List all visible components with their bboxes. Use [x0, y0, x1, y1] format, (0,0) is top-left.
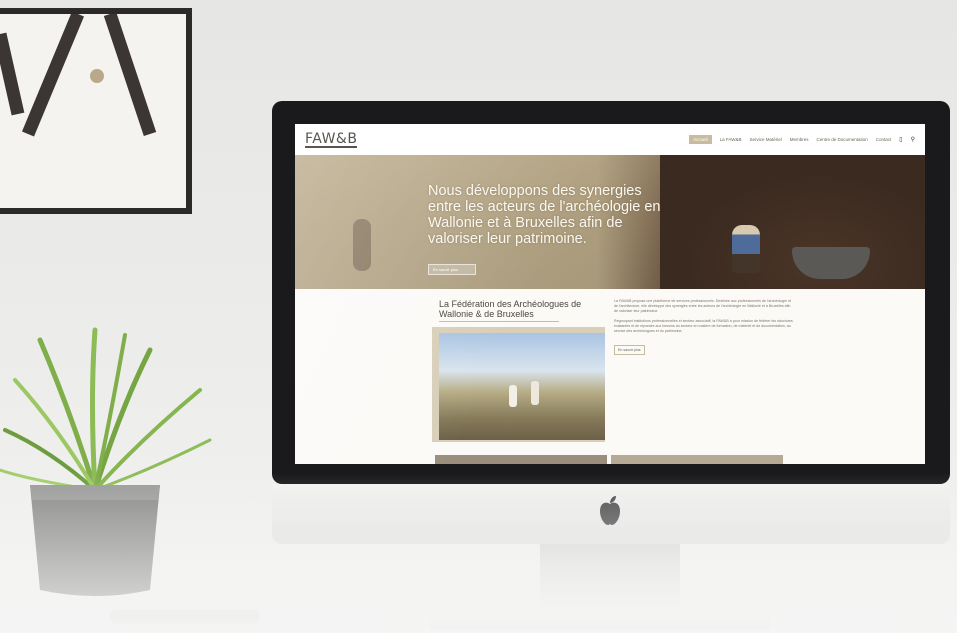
nav-item-contact[interactable]: Contact [876, 137, 892, 142]
section-photo-frame [432, 327, 605, 442]
keyboard [430, 614, 770, 630]
imac-screen: FAW&B Accueil La FAW&B Service Matériel … [295, 124, 925, 464]
apple-logo-icon [600, 496, 620, 525]
potted-plant [0, 327, 212, 596]
wall-art-frame [0, 8, 192, 214]
search-icon[interactable]: ⚲ [911, 136, 915, 143]
nav-item-fawb[interactable]: La FAW&B [720, 137, 742, 142]
hero-banner: Nous développons des synergies entre les… [295, 155, 925, 289]
nav-item-accueil[interactable]: Accueil [689, 135, 712, 144]
title-divider [439, 321, 559, 322]
section-text: La FAW&B propose une plateforme de servi… [614, 299, 794, 356]
site-nav: Accueil La FAW&B Service Matériel Membre… [689, 135, 915, 144]
next-section-image-left [435, 455, 607, 464]
intro-section: La Fédération des Archéologues de Wallon… [295, 289, 925, 464]
nav-item-service-materiel[interactable]: Service Matériel [749, 137, 781, 142]
excavation-site-photo [439, 333, 605, 440]
imac-stand [540, 544, 680, 614]
hero-headline: Nous développons des synergies entre les… [428, 183, 661, 247]
wall-art-graphic [0, 14, 157, 137]
photo-figure-2 [531, 381, 539, 405]
section-more-link[interactable]: En savoir plus [614, 345, 645, 356]
flag-icon[interactable]: ▯ [899, 136, 902, 143]
section-title: La Fédération des Archéologues de Wallon… [439, 299, 582, 319]
photo-figure-1 [509, 385, 517, 407]
site-logo[interactable]: FAW&B [305, 132, 358, 148]
hero-worker-figure-faded [353, 219, 371, 271]
nav-item-membres[interactable]: Membres [790, 137, 809, 142]
hero-more-button[interactable]: En savoir plus [428, 264, 476, 275]
next-section-image-right [611, 455, 783, 464]
site-header: FAW&B Accueil La FAW&B Service Matériel … [295, 124, 925, 155]
section-paragraph: Regroupant institutions professionnelles… [614, 318, 793, 334]
nav-item-centre-documentation[interactable]: Centre de Documentation [816, 137, 867, 142]
mouse [110, 610, 260, 624]
section-paragraph: La FAW&B propose une plateforme de servi… [614, 299, 791, 314]
hero-excavation-photo [660, 155, 925, 289]
hero-worker-figure [732, 225, 760, 273]
